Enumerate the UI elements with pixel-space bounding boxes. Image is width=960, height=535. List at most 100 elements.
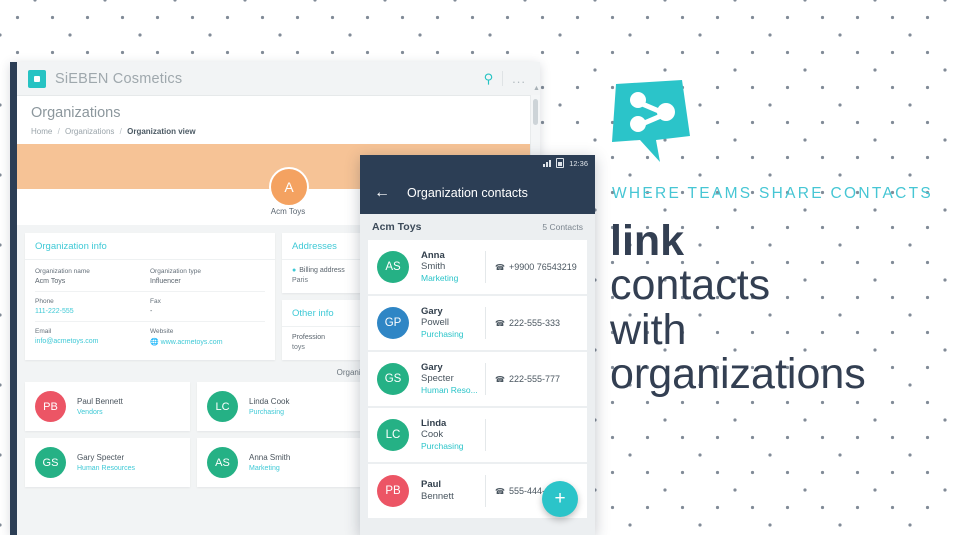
list-item-divider — [485, 475, 486, 507]
add-contact-fab[interactable]: + — [542, 481, 578, 517]
field-value: Acm Toys — [35, 278, 66, 286]
contact-last-name: Smith — [421, 261, 446, 273]
avatar: GS — [377, 363, 409, 395]
contact-first-name: Linda — [421, 417, 447, 429]
breadcrumb-organizations[interactable]: Organizations — [65, 127, 114, 136]
field-label: Website — [150, 328, 174, 336]
field-value-link[interactable]: info@acmetoys.com — [35, 338, 144, 345]
arrow-left-icon[interactable]: ← — [374, 184, 390, 201]
headline-line-3: with — [610, 305, 687, 354]
square-logo-icon — [28, 69, 46, 88]
contact-name: Paul Bennett — [77, 397, 123, 407]
phone-icon: ☎ — [495, 318, 505, 328]
organization-info-card: Organization info Organization name Acm … — [25, 233, 275, 361]
field-value: Influencer — [150, 278, 181, 286]
list-item-divider — [485, 419, 486, 451]
contact-role: Human Reso... — [421, 385, 478, 396]
promo-headline: link contacts with organizations — [610, 219, 956, 396]
field-value-website[interactable]: 🌐 www.acmetoys.com — [150, 338, 259, 346]
list-item[interactable]: LC Linda Cook Purchasing — [368, 408, 587, 462]
contact-name-block: Anna Smith Marketing — [421, 250, 485, 285]
app-side-rail — [10, 62, 17, 535]
avatar: GS — [35, 447, 66, 479]
phone-subheader: Acm Toys 5 Contacts — [360, 214, 595, 240]
organization-info-title: Organization info — [25, 233, 275, 261]
contact-role: Human Resources — [77, 465, 135, 473]
website-text: www.acmetoys.com — [160, 339, 223, 347]
contact-name-block: Gary Powell Purchasing — [421, 306, 485, 341]
contact-phone[interactable]: ☎ 222-555-777 — [495, 374, 560, 384]
contact-card[interactable]: PB Paul Bennett Vendors — [25, 382, 190, 432]
list-item[interactable]: GP Gary Powell Purchasing ☎ 222-555-333 — [368, 296, 587, 350]
contact-phone[interactable]: ☎ +9900 76543219 — [495, 262, 577, 272]
headline-line-1: link — [610, 217, 685, 265]
list-item-divider — [485, 307, 486, 339]
contact-phone-number: 222-555-777 — [508, 374, 561, 384]
contact-card-text: Gary Specter Human Resources — [77, 453, 135, 472]
contact-last-name: Bennett — [421, 491, 454, 502]
contact-name: Linda Cook — [249, 397, 290, 407]
phone-contact-list: AS Anna Smith Marketing ☎ +9900 76543219… — [360, 240, 595, 518]
app-name: SiEBEN Cosmetics — [55, 70, 183, 87]
contact-card[interactable]: GS Gary Specter Human Resources — [25, 438, 190, 488]
field-fax: Fax - — [150, 292, 265, 323]
contact-role: Purchasing — [421, 441, 464, 452]
field-label: Organization type — [150, 268, 201, 276]
field-label: Organization name — [35, 268, 90, 276]
promo-panel: WHERE TEAMS SHARE CONTACTS link contacts… — [606, 78, 956, 396]
contact-last-name: Powell — [421, 317, 449, 329]
organization-avatar: A — [269, 167, 309, 208]
contact-role: Marketing — [249, 465, 280, 473]
contact-first-name: Paul — [421, 479, 442, 491]
avatar: LC — [377, 419, 409, 451]
breadcrumb-current: Organization view — [127, 127, 196, 137]
field-organization-name: Organization name Acm Toys — [35, 262, 150, 293]
contact-card[interactable]: LC Linda Cook Purchasing — [197, 382, 362, 432]
address-label-text: Billing address — [299, 267, 345, 275]
contact-last-name: Specter — [421, 373, 454, 385]
breadcrumb-separator-2: / — [119, 127, 122, 137]
contact-phone-number: 222-555-333 — [508, 318, 561, 328]
search-icon[interactable]: ⚲ — [484, 71, 494, 87]
field-value-link[interactable]: 111-222-555 — [35, 308, 144, 315]
contact-name-block: Gary Specter Human Reso... — [421, 362, 485, 397]
chevron-up-icon[interactable]: ▲ — [533, 85, 540, 92]
contact-card-text: Linda Cook Purchasing — [249, 397, 289, 416]
avatar: AS — [377, 251, 409, 283]
avatar: LC — [207, 391, 238, 423]
field-value: - — [150, 308, 153, 316]
contact-first-name: Anna — [421, 249, 445, 261]
phone-appbar-title: Organization contacts — [407, 185, 528, 200]
field-email: Email info@acmetoys.com — [35, 322, 150, 352]
avatar: GP — [377, 307, 409, 339]
field-label: Fax — [150, 298, 161, 306]
headline-line-4: organizations — [610, 349, 866, 398]
share-nodes-logo-icon — [612, 80, 690, 162]
page-title: Organizations — [31, 105, 121, 121]
contact-first-name: Gary — [421, 305, 443, 317]
list-item[interactable]: GS Gary Specter Human Reso... ☎ 222-555-… — [368, 352, 587, 406]
mobile-app-window: 12:36 ← Organization contacts Acm Toys 5… — [360, 155, 595, 535]
list-item[interactable]: AS Anna Smith Marketing ☎ +9900 76543219 — [368, 240, 587, 294]
contact-card[interactable]: AS Anna Smith Marketing — [197, 438, 362, 488]
scrollbar-thumb[interactable] — [533, 99, 538, 125]
organization-info-fields: Organization name Acm Toys Organization … — [25, 260, 275, 360]
contact-role: Purchasing — [421, 329, 464, 340]
field-phone: Phone 111-222-555 — [35, 292, 150, 323]
map-pin-icon: ● — [292, 267, 297, 275]
avatar: PB — [377, 475, 409, 507]
app-titlebar: SiEBEN Cosmetics ⚲ ... — [17, 62, 540, 96]
breadcrumb-home[interactable]: Home — [31, 127, 52, 136]
phone-status-bar: 12:36 — [360, 155, 595, 171]
list-item-divider — [485, 363, 486, 395]
breadcrumb: Home / Organizations / Organization view — [31, 127, 540, 136]
titlebar-divider — [502, 71, 504, 86]
field-label: Email — [35, 328, 52, 336]
headline-line-2: contacts — [610, 261, 771, 310]
contact-role: Marketing — [421, 273, 459, 284]
more-horizontal-icon[interactable]: ... — [512, 71, 526, 86]
phone-organization-name: Acm Toys — [372, 221, 422, 233]
contact-phone[interactable]: ☎ 222-555-333 — [495, 318, 560, 328]
contact-name: Gary Specter — [77, 453, 125, 463]
organization-name-label: Acm Toys — [270, 207, 306, 217]
